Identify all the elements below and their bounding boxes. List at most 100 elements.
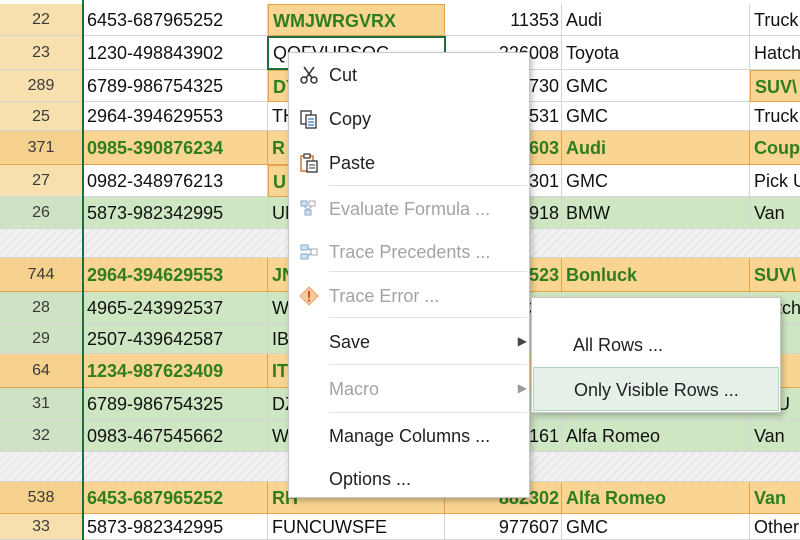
submenu-arrow-icon: ▶ xyxy=(517,381,527,395)
type-cell[interactable]: Truck xyxy=(750,102,800,131)
row-header[interactable]: 31 xyxy=(0,388,83,420)
menu-item-label: Macro xyxy=(329,379,380,399)
type-cell[interactable]: Van xyxy=(750,482,800,514)
type-cell[interactable]: Other xyxy=(750,514,800,540)
menu-item-evaluate-formula: Evaluate Formula ... xyxy=(289,189,529,229)
make-cell[interactable]: GMC xyxy=(562,514,750,540)
phone-cell[interactable]: 2964-394629553 xyxy=(83,102,268,131)
menu-separator xyxy=(329,364,527,365)
evaluate-formula-icon xyxy=(299,199,319,219)
menu-item-trace-error: Trace Error ... xyxy=(289,276,529,316)
phone-cell[interactable]: 6453-687965252 xyxy=(83,482,268,514)
code-cell[interactable]: WMJWRGVRX xyxy=(268,4,445,36)
phone-cell[interactable]: 4965-243992537 xyxy=(83,292,268,324)
amount-cell[interactable]: 11353 xyxy=(445,4,562,36)
row-header[interactable]: 28 xyxy=(0,292,83,324)
phone-cell[interactable] xyxy=(83,229,268,258)
row-header[interactable]: 33 xyxy=(0,514,83,540)
row-header[interactable]: 538 xyxy=(0,482,83,514)
make-cell[interactable]: Alfa Romeo xyxy=(562,420,750,452)
menu-item-copy[interactable]: Copy xyxy=(289,99,529,139)
phone-cell[interactable]: 6453-687965252 xyxy=(83,4,268,36)
submenu-item-label: All Rows ... xyxy=(573,335,664,355)
row-header[interactable]: 29 xyxy=(0,324,83,354)
phone-cell[interactable]: 0982-348976213 xyxy=(83,165,268,197)
menu-item-label: Save xyxy=(329,332,371,352)
copy-icon xyxy=(299,109,319,129)
type-cell[interactable] xyxy=(750,229,800,258)
type-cell[interactable]: Coup xyxy=(750,131,800,165)
menu-item-label: Copy xyxy=(329,109,372,129)
phone-cell[interactable]: 2507-439642587 xyxy=(83,324,268,354)
type-cell[interactable]: Van xyxy=(750,420,800,452)
phone-cell[interactable] xyxy=(83,452,268,482)
submenu-item-only-visible-rows[interactable]: Only Visible Rows ... xyxy=(533,367,779,411)
context-menu: Cut Copy Paste Evaluate Formula ... Trace Pr… xyxy=(288,52,530,498)
menu-item-options[interactable]: Options ... xyxy=(289,459,529,499)
paste-icon xyxy=(299,153,319,173)
row-header[interactable]: 26 xyxy=(0,197,83,229)
type-cell[interactable]: Pick U xyxy=(750,165,800,197)
menu-item-cut[interactable]: Cut xyxy=(289,55,529,95)
row-header[interactable]: 371 xyxy=(0,131,83,165)
menu-separator xyxy=(329,185,527,186)
menu-item-label: Options ... xyxy=(329,469,412,489)
type-cell[interactable]: SUV\ xyxy=(750,258,800,292)
menu-item-label: Cut xyxy=(329,65,358,85)
make-cell[interactable]: GMC xyxy=(562,165,750,197)
row-header[interactable] xyxy=(0,452,83,482)
row-header[interactable]: 25 xyxy=(0,102,83,131)
menu-item-macro: Macro ▶ xyxy=(289,369,529,409)
make-cell[interactable]: GMC xyxy=(562,102,750,131)
submenu-item-label: Only Visible Rows ... xyxy=(574,380,739,400)
menu-item-label: Trace Precedents ... xyxy=(329,242,491,262)
phone-cell[interactable]: 5873-982342995 xyxy=(83,514,268,540)
phone-cell[interactable]: 1230-498843902 xyxy=(83,36,268,70)
type-cell[interactable]: Hatch xyxy=(750,36,800,70)
phone-cell[interactable]: 1234-987623409 xyxy=(83,354,268,388)
phone-cell[interactable]: 6789-986754325 xyxy=(83,388,268,420)
type-cell[interactable]: SUV\ xyxy=(750,70,800,102)
phone-cell[interactable]: 2964-394629553 xyxy=(83,258,268,292)
type-cell[interactable]: Truck xyxy=(750,4,800,36)
make-cell[interactable]: Alfa Romeo xyxy=(562,482,750,514)
table-row[interactable]: 22 6453-687965252 WMJWRGVRX 11353 Audi Truck xyxy=(0,4,800,36)
row-header[interactable]: 32 xyxy=(0,420,83,452)
menu-item-label: Manage Columns ... xyxy=(329,426,491,446)
trace-error-icon xyxy=(299,286,319,306)
submenu-arrow-icon: ▶ xyxy=(517,334,527,348)
make-cell[interactable]: Audi xyxy=(562,131,750,165)
submenu-item-all-rows[interactable]: All Rows ... xyxy=(533,323,779,367)
code-cell[interactable]: FUNCUWSFE xyxy=(268,514,445,540)
phone-cell[interactable]: 5873-982342995 xyxy=(83,197,268,229)
row-header[interactable]: 27 xyxy=(0,165,83,197)
row-header[interactable]: 23 xyxy=(0,36,83,70)
row-header[interactable]: 289 xyxy=(0,70,83,102)
row-header[interactable]: 22 xyxy=(0,4,83,36)
make-cell[interactable]: Audi xyxy=(562,4,750,36)
row-header[interactable] xyxy=(0,229,83,258)
make-cell[interactable] xyxy=(562,229,750,258)
make-cell[interactable]: Bonluck xyxy=(562,258,750,292)
type-cell[interactable] xyxy=(750,452,800,482)
table-row[interactable]: 33 5873-982342995 FUNCUWSFE 977607 GMC Other xyxy=(0,514,800,540)
menu-separator xyxy=(329,412,527,413)
phone-cell[interactable]: 0983-467545662 xyxy=(83,420,268,452)
amount-cell[interactable]: 977607 xyxy=(445,514,562,540)
make-cell[interactable]: GMC xyxy=(562,70,750,102)
make-cell[interactable]: BMW xyxy=(562,197,750,229)
menu-item-paste[interactable]: Paste xyxy=(289,143,529,183)
make-cell[interactable]: Toyota xyxy=(562,36,750,70)
phone-cell[interactable]: 0985-390876234 xyxy=(83,131,268,165)
menu-item-manage-columns[interactable]: Manage Columns ... xyxy=(289,416,529,456)
type-cell[interactable]: Van xyxy=(750,197,800,229)
menu-item-save[interactable]: Save ▶ xyxy=(289,322,529,362)
save-submenu: All Rows ... Only Visible Rows ... xyxy=(531,297,781,413)
menu-separator xyxy=(329,271,527,272)
menu-separator xyxy=(329,317,527,318)
row-header[interactable]: 744 xyxy=(0,258,83,292)
row-header[interactable]: 64 xyxy=(0,354,83,388)
make-cell[interactable] xyxy=(562,452,750,482)
menu-item-label: Trace Error ... xyxy=(329,286,440,306)
phone-cell[interactable]: 6789-986754325 xyxy=(83,70,268,102)
